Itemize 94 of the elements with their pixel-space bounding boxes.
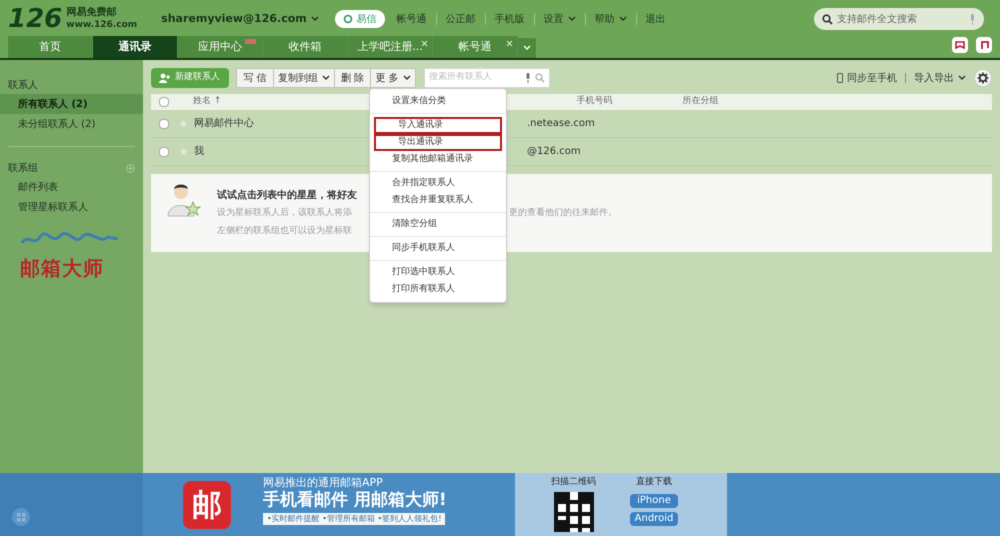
header-link[interactable]: 设置	[544, 12, 576, 26]
contact-email: .netease.com	[527, 117, 595, 131]
toolbar-button[interactable]: 删 除	[334, 68, 371, 88]
menu-item[interactable]: 打印选中联系人	[370, 264, 506, 281]
header-link[interactable]: 退出	[646, 12, 666, 26]
caret-icon	[523, 45, 531, 51]
banner-kicker: 网易推出的通用邮箱APP	[263, 476, 384, 490]
apps-icon[interactable]	[12, 508, 30, 526]
caret-icon	[402, 75, 411, 81]
search-icon	[535, 73, 545, 83]
contact-search-field[interactable]: 搜索所有联系人	[429, 71, 521, 85]
yixin-button[interactable]: 易信	[334, 10, 385, 28]
tab[interactable]: 通讯录	[93, 36, 178, 58]
download-label: 直接下载	[636, 476, 672, 489]
account-menu[interactable]: sharemyview@126.com	[161, 10, 319, 28]
toolbar-button[interactable]: 写 信	[236, 68, 274, 88]
settings-button[interactable]	[974, 69, 992, 87]
app-icon: 邮	[183, 481, 231, 529]
tab[interactable]: 收件箱	[263, 36, 348, 58]
mail-search-field[interactable]: 支持邮件全文搜索	[837, 12, 965, 26]
tab-list-button[interactable]	[518, 38, 536, 58]
tip-text: 左侧栏的联系组也可以设为星标联	[217, 224, 352, 238]
chat-bubble-icon	[342, 14, 353, 24]
menu-item[interactable]: 设置来信分类	[370, 93, 506, 110]
search-icon	[822, 14, 833, 24]
close-icon[interactable]	[421, 40, 428, 47]
settings-icon	[977, 72, 989, 84]
caret-icon	[958, 75, 966, 81]
book-icon[interactable]	[952, 37, 968, 53]
toolbar-button[interactable]: 复制到组	[273, 68, 335, 88]
qr-label: 扫描二维码	[551, 476, 596, 489]
toolbar-button[interactable]: 更 多	[370, 68, 416, 88]
tab[interactable]: 应用中心	[178, 36, 263, 58]
tab[interactable]: 帐号通	[433, 36, 518, 58]
contact-email: @126.com	[527, 145, 581, 159]
sidebar-item[interactable]: 未分组联系人 (2)	[0, 114, 143, 134]
menu-item[interactable]: 查找合并重复联系人	[370, 192, 506, 209]
header-link[interactable]: 公正邮	[446, 12, 476, 26]
download-button[interactable]: iPhone	[630, 494, 678, 508]
banner-features: •实时邮件提醒 •管理所有邮箱 •签到人人领礼包!	[263, 513, 446, 525]
header-link[interactable]: 手机版	[494, 12, 525, 26]
import-export-menu[interactable]: 导入导出	[914, 70, 966, 86]
promo-logo-text: 邮箱大师	[20, 255, 104, 282]
logo-number: 126	[8, 6, 62, 32]
menu-item[interactable]: 导出通讯录	[374, 134, 502, 151]
column-header: 所在分组	[682, 95, 718, 108]
close-icon[interactable]	[506, 40, 513, 47]
select-all-checkbox[interactable]	[159, 97, 169, 107]
column-header: 姓名 ↑	[193, 95, 222, 108]
tip-text: 设为星标联系人后，该联系人将添	[217, 208, 352, 218]
row-checkbox[interactable]	[159, 146, 169, 156]
caret-icon	[618, 16, 627, 22]
contact-search-box[interactable]: 搜索所有联系人	[424, 68, 550, 88]
logo-name: 网易免费邮	[66, 7, 118, 20]
tab[interactable]: 上学吧注册...	[348, 36, 433, 58]
menu-item[interactable]: 同步手机联系人	[370, 240, 506, 257]
new-contact-button[interactable]: 新建联系人	[151, 68, 229, 88]
phone-icon	[837, 73, 843, 83]
sidebar-item[interactable]: 所有联系人 (2)	[0, 94, 143, 114]
caret-icon	[310, 16, 319, 22]
sidebar-item[interactable]: 管理星标联系人	[0, 197, 143, 217]
column-header: 手机号码	[576, 95, 612, 108]
menu-item[interactable]: 打印所有联系人	[370, 281, 506, 298]
section-title: 联系人	[8, 78, 38, 92]
mail-search-box[interactable]: 支持邮件全文搜索	[814, 8, 984, 30]
qr-code-drawing	[554, 492, 594, 532]
sync-to-phone-button[interactable]: 同步至手机	[837, 70, 897, 86]
contact-name: 我	[194, 146, 204, 157]
star-icon[interactable]	[179, 119, 188, 128]
download-button[interactable]: Android	[630, 512, 678, 526]
caret-icon	[322, 75, 330, 81]
logo-url: www.126.com	[66, 20, 138, 31]
contact-star-icon	[167, 182, 201, 218]
microphone-icon	[525, 73, 531, 83]
menu-item[interactable]: 合并指定联系人	[370, 175, 506, 192]
add-icon[interactable]	[126, 164, 135, 172]
new-badge-icon	[245, 39, 256, 44]
add-person-icon	[159, 73, 171, 83]
star-icon[interactable]	[179, 147, 188, 156]
menu-item[interactable]: 导入通讯录	[374, 117, 502, 134]
section-title: 联系组	[8, 162, 38, 176]
sidebar-item[interactable]: 邮件列表	[0, 177, 143, 197]
row-checkbox[interactable]	[159, 118, 169, 128]
contact-name: 网易邮件中心	[194, 118, 254, 129]
header-link[interactable]: 帐号通	[396, 12, 427, 26]
caret-icon	[568, 16, 576, 22]
menu-item[interactable]: 复制其他邮箱通讯录	[370, 151, 506, 168]
microphone-icon	[969, 14, 976, 24]
header-link[interactable]: 帮助	[594, 12, 627, 26]
tab[interactable]: 首页	[8, 36, 93, 58]
banner-headline: 手机看邮件 用邮箱大师!	[263, 490, 448, 511]
tip-text: 更的查看他们的往来邮件。	[509, 207, 617, 220]
tip-title: 试试点击列表中的星星，将好友	[217, 188, 357, 203]
menu-item[interactable]: 清除空分组	[370, 216, 506, 233]
